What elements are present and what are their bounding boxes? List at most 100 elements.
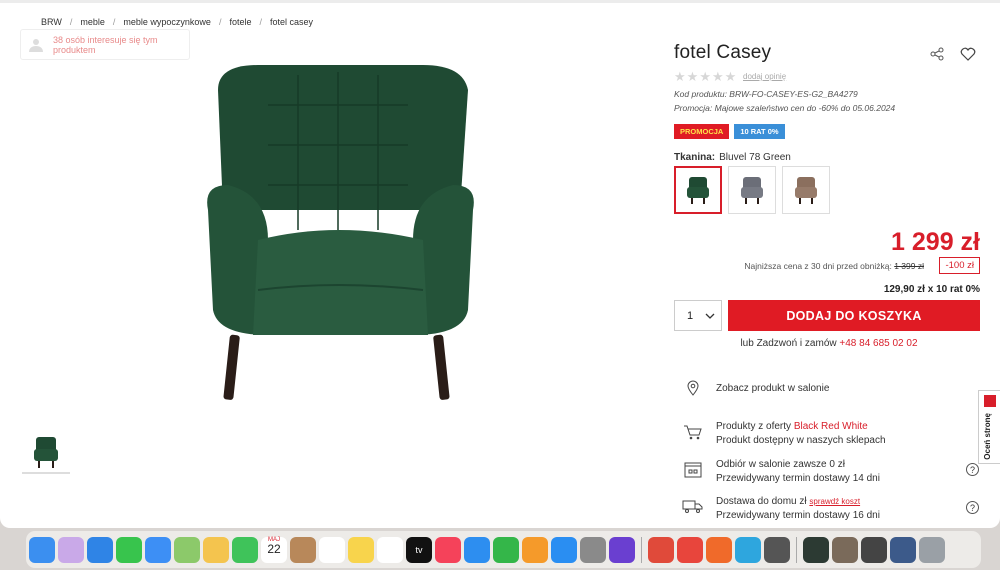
telegram-icon[interactable] — [735, 536, 761, 563]
calendar-icon[interactable]: MAJ 22 — [261, 536, 287, 563]
feature-offer: Produkty z oferty Black Red White Produk… — [682, 420, 886, 448]
interest-notification: 38 osób interesuje się tym produktem — [20, 29, 190, 60]
calculator-icon[interactable] — [764, 536, 790, 563]
preview-window-icon[interactable] — [803, 536, 829, 563]
old-price: 1 399 zł — [894, 261, 924, 271]
product-code: Kod produktu: BRW-FO-CASEY-ES-G2_BA4279 — [674, 89, 858, 99]
tv-icon[interactable]: tv — [406, 536, 432, 563]
facetime-icon[interactable] — [232, 536, 258, 563]
notes-icon[interactable] — [348, 536, 374, 563]
swatch-green[interactable] — [674, 166, 722, 214]
star-icon: ★ — [711, 69, 724, 84]
discount-badge: -100 zł — [939, 257, 980, 274]
window-thumbnail-icon[interactable] — [861, 536, 887, 563]
macos-dock: MAJ 22 tv — [26, 531, 981, 568]
dock-divider — [796, 536, 797, 563]
help-icon[interactable]: ? — [966, 463, 979, 476]
rate-page-text: Oceń stronę — [983, 413, 992, 460]
lowest-price-label: Najniższa cena z 30 dni przed obniżką: — [744, 261, 892, 271]
quantity-select[interactable]: 1 — [674, 300, 722, 331]
feature-home-delivery: Dostawa do domu zł sprawdź koszt Przewid… — [682, 495, 880, 523]
keynote-icon[interactable] — [464, 536, 490, 563]
chair-swatch-icon — [687, 177, 709, 204]
maps-icon[interactable] — [174, 536, 200, 563]
people-icon — [29, 38, 43, 52]
installments-info: 129,90 zł x 10 rat 0% — [883, 284, 980, 295]
brave-icon[interactable] — [706, 536, 732, 563]
add-review-link[interactable]: dodaj opinię — [743, 72, 786, 81]
mail-icon[interactable] — [145, 536, 171, 563]
fabric-value: Bluvel 78 Green — [719, 152, 791, 163]
screenshot-window-icon[interactable] — [832, 536, 858, 563]
chair-thumbnail-icon — [34, 437, 58, 468]
call-to-order: lub Zadzwoń i zamów +48 84 685 02 02 — [674, 338, 984, 349]
breadcrumb: BRW / meble / meble wypoczynkowe / fotele / … — [41, 17, 313, 27]
badges: PROMOCJA 10 RAT 0% — [674, 124, 785, 139]
dock-divider — [641, 536, 642, 563]
browser-window: BRW / meble / meble wypoczynkowe / fotele / … — [0, 0, 1000, 528]
breadcrumb-separator: / — [218, 17, 222, 27]
promotion-text: Promocja: Majowe szaleństwo cen do -60% … — [674, 103, 896, 113]
freeform-icon[interactable] — [377, 536, 403, 563]
truck-icon — [682, 500, 703, 513]
lowest-price-note: Najniższa cena z 30 dni przed obniżką: 1… — [744, 261, 924, 271]
finder-icon[interactable] — [29, 536, 55, 563]
product-title: fotel Casey — [674, 42, 772, 63]
contacts-icon[interactable] — [290, 536, 316, 563]
breadcrumb-item-meble[interactable]: meble — [80, 17, 105, 27]
pickup-line1: Odbiór w salonie zawsze 0 zł — [716, 459, 845, 470]
product-main-image[interactable] — [198, 60, 483, 405]
photos-icon[interactable] — [203, 536, 229, 563]
help-icon[interactable]: ? — [966, 501, 979, 514]
store-icon — [684, 462, 702, 478]
imovie-icon[interactable] — [609, 536, 635, 563]
breadcrumb-separator: / — [259, 17, 262, 27]
heart-icon[interactable] — [960, 47, 976, 61]
offer-line2: Produkt dostępny w naszych sklepach — [716, 435, 886, 446]
interest-text: 38 osób interesuje się tym produktem — [53, 34, 158, 55]
feature-showroom[interactable]: Zobacz produkt w salonie — [682, 380, 829, 396]
star-icon: ★ — [686, 69, 699, 84]
music-icon[interactable] — [435, 536, 461, 563]
pickup-line2: Przewidywany termin dostawy 14 dni — [716, 473, 880, 484]
messages-icon[interactable] — [116, 536, 142, 563]
reminders-icon[interactable] — [319, 536, 345, 563]
brand-link[interactable]: Black Red White — [794, 421, 868, 432]
product-thumbnail[interactable] — [22, 432, 70, 474]
phone-link[interactable]: +48 84 685 02 02 — [839, 338, 917, 349]
star-icon: ★ — [699, 69, 711, 84]
system-settings-icon[interactable] — [580, 536, 606, 563]
check-cost-link[interactable]: sprawdź koszt — [809, 497, 860, 506]
breadcrumb-item-meble-wypoczynkowe[interactable]: meble wypoczynkowe — [123, 17, 211, 27]
breadcrumb-separator: / — [69, 17, 73, 27]
breadcrumb-item-current: fotel casey — [270, 17, 314, 27]
breadcrumb-separator: / — [112, 17, 116, 27]
fabric-row: Tkanina: Bluvel 78 Green — [674, 152, 791, 163]
trash-icon[interactable] — [919, 536, 945, 563]
chrome-icon[interactable] — [677, 536, 703, 563]
swatch-brown[interactable] — [782, 166, 830, 214]
feature-showroom-text: Zobacz produkt w salonie — [716, 383, 830, 394]
numbers-icon[interactable] — [493, 536, 519, 563]
window-thumbnail-icon[interactable] — [890, 536, 916, 563]
brw-logo — [984, 395, 996, 407]
add-to-cart-button[interactable]: DODAJ DO KOSZYKA — [728, 300, 980, 331]
chair-swatch-icon — [741, 177, 763, 204]
swatch-grey[interactable] — [728, 166, 776, 214]
rate-page-tab[interactable]: Oceń stronę — [978, 390, 1000, 464]
location-pin-icon — [687, 380, 699, 396]
feature-pickup: Odbiór w salonie zawsze 0 zł Przewidywan… — [682, 458, 880, 486]
spark-icon[interactable] — [648, 536, 674, 563]
launchpad-icon[interactable] — [58, 536, 84, 563]
home-line1: Dostawa do domu zł — [716, 496, 807, 507]
app-store-icon[interactable] — [551, 536, 577, 563]
share-icon[interactable] — [930, 47, 944, 61]
safari-icon[interactable] — [87, 536, 113, 563]
breadcrumb-item-brw[interactable]: BRW — [41, 17, 62, 27]
promo-badge: PROMOCJA — [674, 124, 730, 139]
product-info-panel: fotel Casey ★ ★ ★ ★ ★ dodaj opinię Kod produ… — [674, 0, 984, 528]
breadcrumb-item-fotele[interactable]: fotele — [229, 17, 251, 27]
pages-icon[interactable] — [522, 536, 548, 563]
installment-badge: 10 RAT 0% — [734, 124, 785, 139]
home-line2: Przewidywany termin dostawy 16 dni — [716, 510, 880, 521]
